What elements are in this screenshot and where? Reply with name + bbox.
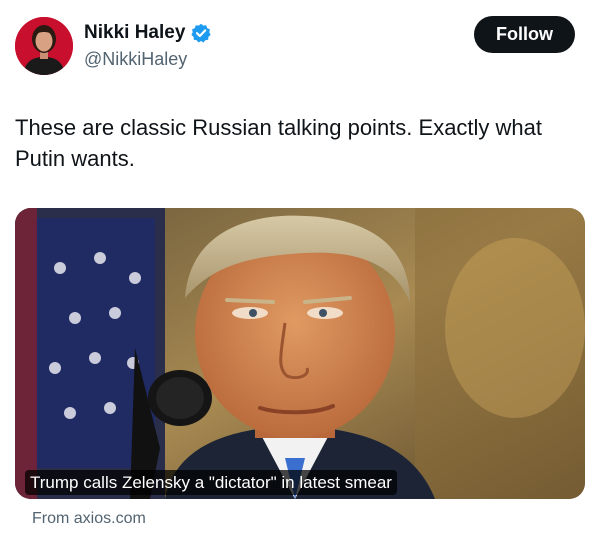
link-card-headline: Trump calls Zelensky a "dictator" in lat…: [25, 470, 397, 495]
author-handle[interactable]: @NikkiHaley: [84, 48, 187, 70]
verified-badge-icon: [191, 23, 212, 43]
author-name-row: Nikki Haley: [84, 22, 212, 44]
link-card-image: [15, 208, 585, 499]
tweet-text: These are classic Russian talking points…: [15, 115, 543, 171]
tweet: Nikki Haley @NikkiHaley Follow These are…: [0, 0, 600, 543]
follow-button[interactable]: Follow: [474, 16, 575, 53]
display-name[interactable]: Nikki Haley: [84, 22, 185, 44]
avatar[interactable]: [15, 17, 73, 75]
link-card-source[interactable]: From axios.com: [32, 509, 146, 529]
link-card[interactable]: Trump calls Zelensky a "dictator" in lat…: [15, 208, 585, 499]
